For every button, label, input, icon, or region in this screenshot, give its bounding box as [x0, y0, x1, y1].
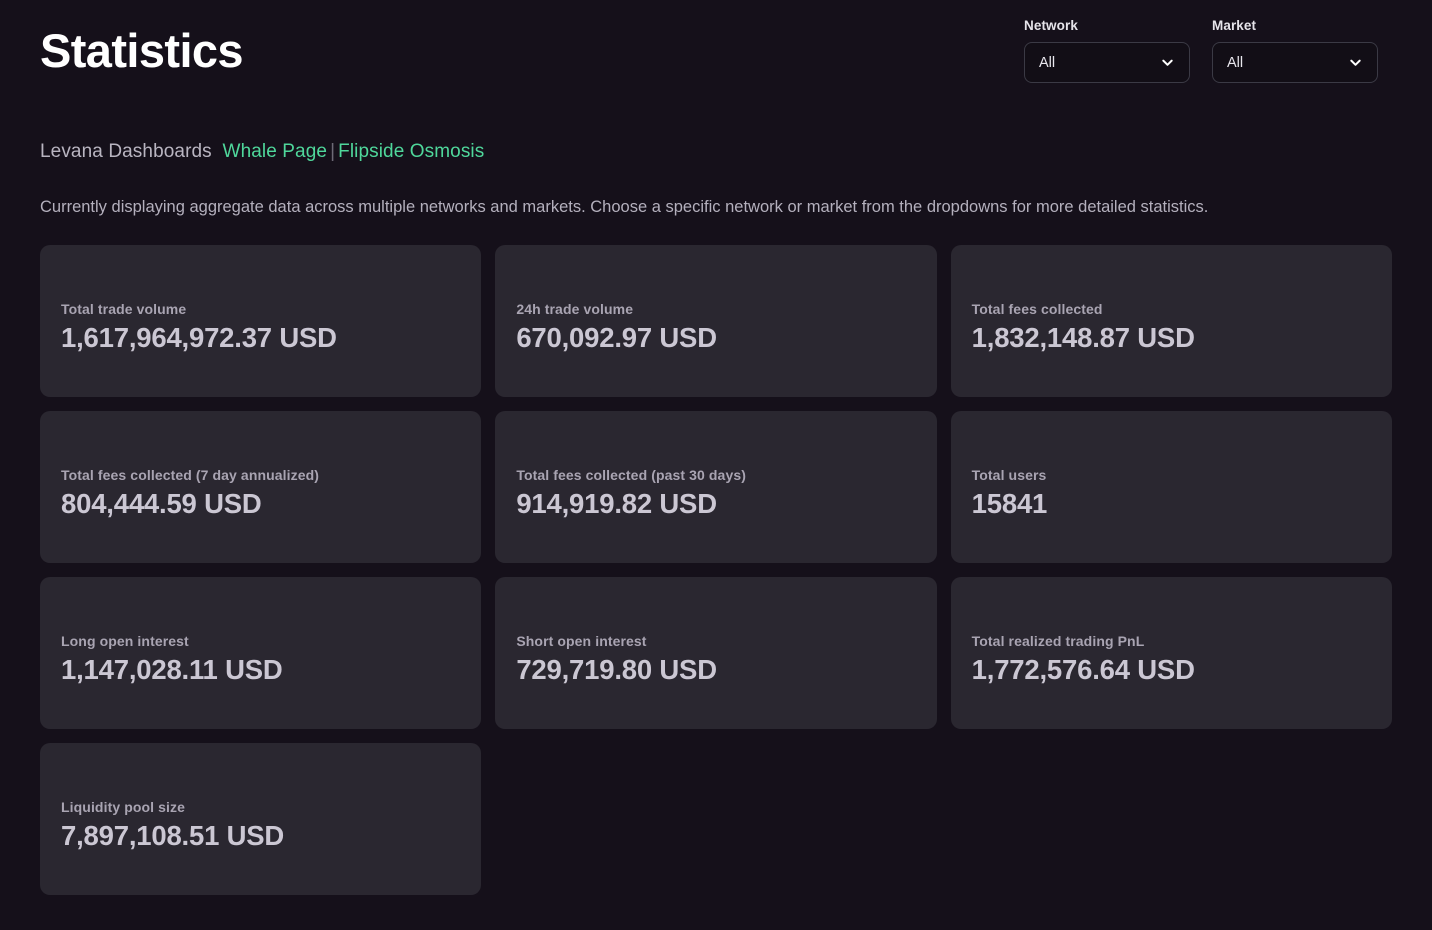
market-filter-group: Market All — [1212, 18, 1378, 83]
breadcrumb-prefix: Levana Dashboards — [40, 141, 212, 162]
stat-label: 24h trade volume — [516, 301, 915, 317]
chevron-down-icon — [1160, 55, 1175, 70]
stat-label: Total fees collected (past 30 days) — [516, 467, 915, 483]
network-filter-group: Network All — [1024, 18, 1190, 83]
stat-card: Total fees collected 1,832,148.87 USD — [951, 245, 1392, 397]
stat-label: Total fees collected (7 day annualized) — [61, 467, 460, 483]
market-select[interactable]: All — [1212, 42, 1378, 83]
stat-card: Total fees collected (7 day annualized) … — [40, 411, 481, 563]
stat-value: 670,092.97 USD — [516, 322, 915, 354]
stat-card: Liquidity pool size 7,897,108.51 USD — [40, 743, 481, 895]
stat-value: 1,617,964,972.37 USD — [61, 322, 460, 354]
page-header: Statistics Network All Market All — [40, 0, 1392, 120]
page-description: Currently displaying aggregate data acro… — [40, 193, 1340, 221]
stat-value: 729,719.80 USD — [516, 654, 915, 686]
stat-value: 804,444.59 USD — [61, 488, 460, 520]
market-filter-label: Market — [1212, 18, 1378, 33]
stat-value: 914,919.82 USD — [516, 488, 915, 520]
stat-card: Total trade volume 1,617,964,972.37 USD — [40, 245, 481, 397]
page-title: Statistics — [40, 26, 243, 75]
stat-value: 7,897,108.51 USD — [61, 820, 460, 852]
stat-label: Total trade volume — [61, 301, 460, 317]
stat-label: Liquidity pool size — [61, 799, 460, 815]
stat-label: Total users — [972, 467, 1371, 483]
network-filter-label: Network — [1024, 18, 1190, 33]
stat-value: 1,147,028.11 USD — [61, 654, 460, 686]
breadcrumb: Levana Dashboards Whale Page|Flipside Os… — [40, 140, 1392, 165]
breadcrumb-separator: | — [327, 141, 338, 162]
stat-card: Total users 15841 — [951, 411, 1392, 563]
stat-label: Total fees collected — [972, 301, 1371, 317]
stat-value: 15841 — [972, 488, 1371, 520]
stat-value: 1,832,148.87 USD — [972, 322, 1371, 354]
market-select-value: All — [1227, 55, 1348, 71]
stat-card: Long open interest 1,147,028.11 USD — [40, 577, 481, 729]
stat-label: Total realized trading PnL — [972, 633, 1371, 649]
statistics-page: Statistics Network All Market All — [0, 0, 1432, 930]
stat-card: 24h trade volume 670,092.97 USD — [495, 245, 936, 397]
stat-card: Short open interest 729,719.80 USD — [495, 577, 936, 729]
stat-label: Short open interest — [516, 633, 915, 649]
flipside-osmosis-link[interactable]: Flipside Osmosis — [338, 141, 484, 162]
stat-card: Total fees collected (past 30 days) 914,… — [495, 411, 936, 563]
stat-card: Total realized trading PnL 1,772,576.64 … — [951, 577, 1392, 729]
filter-controls: Network All Market All — [1024, 18, 1378, 83]
network-select-value: All — [1039, 55, 1160, 71]
stat-value: 1,772,576.64 USD — [972, 654, 1371, 686]
stat-label: Long open interest — [61, 633, 460, 649]
statistics-card-grid: Total trade volume 1,617,964,972.37 USD … — [40, 245, 1392, 895]
network-select[interactable]: All — [1024, 42, 1190, 83]
whale-page-link[interactable]: Whale Page — [223, 141, 328, 162]
chevron-down-icon — [1348, 55, 1363, 70]
